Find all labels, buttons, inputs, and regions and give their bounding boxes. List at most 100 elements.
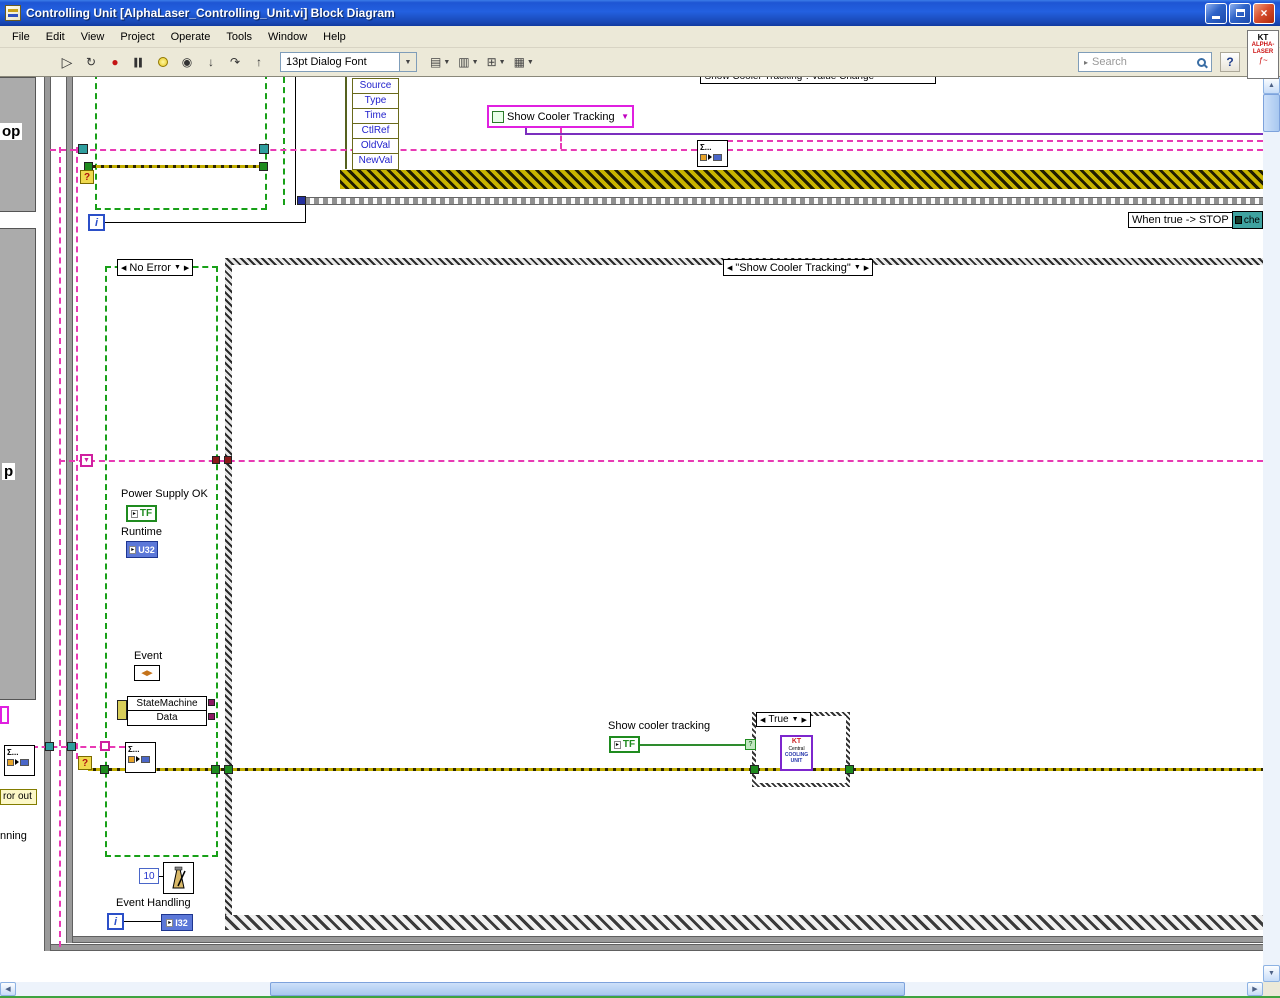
show-cooler-tracking-tf-terminal[interactable]: ▸ TF: [609, 736, 640, 753]
tunnel: [100, 741, 110, 751]
restore-button[interactable]: [1229, 2, 1251, 24]
scroll-right-button[interactable]: ▶: [1247, 982, 1263, 996]
sigma-function-node-case[interactable]: Σ...: [125, 742, 156, 773]
iteration-terminal-top[interactable]: i: [88, 214, 105, 231]
run-continuous-button[interactable]: ↻: [80, 51, 102, 73]
kt-central-cooling-unit-subvi[interactable]: KT Central COOLING UNIT: [780, 735, 813, 771]
sigma-label: Σ...: [7, 748, 19, 757]
menu-tools[interactable]: Tools: [218, 28, 260, 46]
sigma-function-node-left[interactable]: Σ...: [4, 745, 35, 776]
sigma-label: Σ...: [700, 143, 712, 152]
refnum-wire-vertical-2: [76, 147, 78, 759]
scroll-left-button[interactable]: ◀: [0, 982, 16, 996]
tunnel: [212, 456, 220, 464]
scroll-up-button[interactable]: ▲: [1263, 77, 1280, 94]
arrow-up-icon: ▲: [1268, 82, 1275, 89]
step-into-button[interactable]: ↓: [200, 51, 222, 73]
menu-file[interactable]: File: [4, 28, 38, 46]
case-dropdown-icon[interactable]: ▼: [792, 716, 799, 723]
search-placeholder: Search: [1092, 56, 1127, 68]
restore-icon: [1235, 9, 1245, 17]
menu-operate[interactable]: Operate: [163, 28, 219, 46]
menu-project[interactable]: Project: [112, 28, 162, 46]
arrow-left-icon: ◀: [5, 986, 11, 993]
step-out-button[interactable]: ↑: [248, 51, 270, 73]
menu-window[interactable]: Window: [260, 28, 315, 46]
wire: [560, 128, 562, 149]
scroll-down-button[interactable]: ▼: [1263, 965, 1280, 982]
horizontal-scroll-thumb[interactable]: [270, 982, 905, 996]
vertical-scroll-thumb[interactable]: [1263, 94, 1280, 132]
clipped-teal-label: che: [1232, 211, 1263, 229]
menu-help[interactable]: Help: [315, 28, 354, 46]
clipped-label-p: p: [2, 463, 16, 480]
menu-view[interactable]: View: [73, 28, 113, 46]
wait-ms-function[interactable]: [163, 862, 194, 894]
step-over-button[interactable]: ↷: [224, 51, 246, 73]
tunnel: [224, 765, 233, 774]
event-data-oldval: OldVal: [353, 139, 398, 154]
chevron-down-icon: ▼: [471, 58, 479, 66]
vertical-scrollbar[interactable]: ▲ ▼: [1263, 77, 1280, 982]
close-button[interactable]: ×: [1253, 2, 1275, 24]
case-prev-icon[interactable]: ◀: [121, 264, 126, 272]
font-dropdown-button[interactable]: ▼: [400, 52, 417, 72]
boolean-wire: [640, 744, 746, 746]
case-prev-icon[interactable]: ◀: [727, 264, 732, 272]
menu-edit[interactable]: Edit: [38, 28, 73, 46]
case-next-icon[interactable]: ▶: [864, 264, 869, 272]
case-prev-icon[interactable]: ◀: [760, 716, 765, 724]
boolean-control-icon: [492, 110, 504, 123]
font-selector[interactable]: 13pt Dialog Font ▼: [280, 52, 417, 72]
help-button[interactable]: ?: [1220, 52, 1240, 72]
block-diagram-canvas[interactable]: op p ? i Source Type Time CtlRef OldVal …: [0, 77, 1263, 982]
refnum-wire-out-1: [727, 140, 1263, 142]
search-input[interactable]: ▸ Search: [1078, 52, 1212, 72]
distribute-objects-button[interactable]: ▥ ▼: [455, 51, 481, 73]
no-error-case-selector[interactable]: ◀ No Error ▼ ▶: [117, 259, 194, 276]
outer-loop-border-bottom: [51, 944, 1263, 951]
inner-loop-border-bottom: [73, 936, 1263, 943]
case-dropdown-icon[interactable]: ▼: [854, 264, 861, 271]
array-cell-icon: [141, 755, 150, 763]
minimize-button[interactable]: [1205, 2, 1227, 24]
wait-ms-constant[interactable]: 10: [139, 868, 159, 884]
reorder-objects-button[interactable]: ▦ ▼: [511, 51, 537, 73]
title-bar: Controlling Unit [AlphaLaser_Controlling…: [0, 0, 1280, 26]
statemachine-unbundle-node[interactable]: StateMachine Data: [127, 696, 207, 726]
event-data-ctlref: CtlRef: [353, 124, 398, 139]
true-case-selector[interactable]: ◀ True ▼ ▶: [756, 712, 811, 727]
case-next-icon[interactable]: ▶: [802, 716, 807, 724]
wire: [104, 222, 305, 223]
event-data-node[interactable]: Source Type Time CtlRef OldVal NewVal: [352, 78, 399, 170]
highlight-execution-button[interactable]: [152, 51, 174, 73]
step-over-icon: ↷: [229, 55, 241, 69]
align-objects-button[interactable]: ▤ ▼: [427, 51, 453, 73]
when-true-stop-label: When true -> STOP: [1128, 212, 1233, 228]
case-dropdown-icon[interactable]: ▼: [174, 264, 181, 271]
clipped-node-fragment: [0, 706, 9, 724]
data-field: Data: [156, 712, 178, 723]
tunnel: [100, 765, 109, 774]
tunnel: [845, 765, 854, 774]
abort-button[interactable]: ●: [104, 51, 126, 73]
sigma-function-node-top[interactable]: Σ...: [697, 140, 728, 167]
power-supply-tf-terminal[interactable]: ▸ TF: [126, 505, 157, 522]
case-next-icon[interactable]: ▶: [184, 264, 189, 272]
cooler-tracking-control-reference[interactable]: Show Cooler Tracking ▼: [487, 105, 634, 128]
resize-objects-button[interactable]: ⊞ ▼: [484, 51, 509, 73]
help-icon: ?: [1226, 55, 1234, 69]
event-case-selector[interactable]: ◀ "Show Cooler Tracking" ▼ ▶: [723, 259, 874, 276]
tunnel: [208, 713, 215, 720]
event-handling-i32-terminal[interactable]: ▸ I32: [161, 914, 193, 931]
event-refnum-terminal[interactable]: ◀▶: [134, 665, 160, 681]
u32-glyph: U32: [138, 544, 155, 555]
pause-button[interactable]: ▌▌: [128, 51, 150, 73]
run-button[interactable]: ▷: [56, 51, 78, 73]
retain-wire-values-button[interactable]: ◉: [176, 51, 198, 73]
iteration-terminal-bottom[interactable]: i: [107, 913, 124, 930]
metronome-icon: [172, 866, 186, 889]
distribute-icon: ▥: [458, 55, 470, 69]
runtime-u32-terminal[interactable]: ▸ U32: [126, 541, 158, 558]
horizontal-scrollbar[interactable]: ◀ ▶: [0, 982, 1263, 996]
